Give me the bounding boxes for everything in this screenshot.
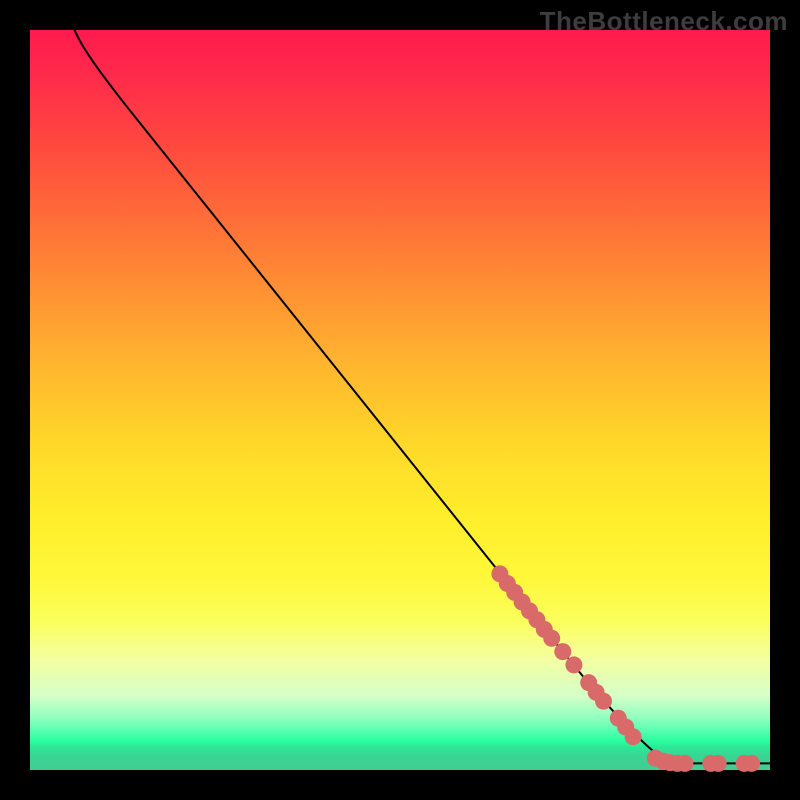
data-point [676, 755, 693, 772]
data-point [625, 728, 642, 745]
data-point [595, 693, 612, 710]
data-point [565, 656, 582, 673]
data-point [554, 643, 571, 660]
data-point [710, 755, 727, 772]
data-point [543, 630, 560, 647]
chart-svg [30, 30, 770, 770]
curve-line [74, 30, 770, 763]
chart-frame: TheBottleneck.com [0, 0, 800, 800]
data-point [743, 755, 760, 772]
data-points [491, 565, 760, 771]
